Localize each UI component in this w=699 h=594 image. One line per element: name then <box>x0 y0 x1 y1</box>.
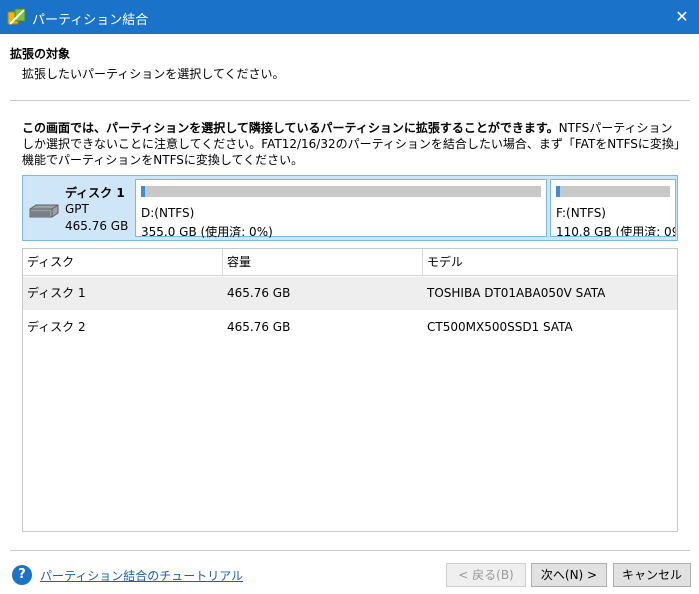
disk-type: GPT <box>65 202 89 216</box>
cell-capacity: 465.76 GB <box>227 320 291 334</box>
disk-size: 465.76 GB <box>65 219 129 233</box>
partition-f[interactable]: F:(NTFS) 110.8 GB (使用済: 09 <box>550 179 676 237</box>
cell-model: TOSHIBA DT01ABA050V SATA <box>427 286 606 300</box>
app-icon <box>7 8 26 25</box>
page-heading: 拡張の対象 <box>10 47 71 61</box>
column-header-model[interactable]: モデル <box>423 249 677 275</box>
next-button[interactable]: 次へ(N) > <box>531 563 607 587</box>
partition-f-usage: 110.8 GB (使用済: 09 <box>556 225 676 237</box>
partition-d[interactable]: D:(NTFS) 355.0 GB (使用済: 0%) <box>135 179 547 239</box>
column-header-capacity[interactable]: 容量 <box>223 249 423 275</box>
partition-d-usage-fill <box>141 186 145 197</box>
partition-f-label: F:(NTFS) <box>556 206 606 220</box>
cell-disk: ディスク 2 <box>27 320 86 334</box>
partition-f-usage-bar <box>556 186 670 197</box>
description-text: この画面では、パーティションを選択して隣接しているパーティションに拡張することが… <box>22 120 682 168</box>
table-header: ディスク 容量 モデル <box>23 249 677 276</box>
partition-d-label: D:(NTFS) <box>141 206 195 220</box>
cell-model: CT500MX500SSD1 SATA <box>427 320 573 334</box>
page-subheading: 拡張したいパーティションを選択してください。 <box>22 67 285 81</box>
back-button[interactable]: < 戻る(B) <box>446 563 526 587</box>
disk-table: ディスク 容量 モデル ディスク 1 465.76 GB TOSHIBA DT0… <box>22 248 678 532</box>
header-divider <box>10 100 690 101</box>
close-button[interactable]: ✕ <box>665 0 699 34</box>
disk-name: ディスク 1 <box>65 186 125 200</box>
partition-d-usage-bar <box>141 186 541 197</box>
cell-disk: ディスク 1 <box>27 286 86 300</box>
table-row[interactable]: ディスク 1 465.76 GB TOSHIBA DT01ABA050V SAT… <box>23 277 677 310</box>
disk-drive-icon <box>29 204 59 218</box>
disk-map-row[interactable]: ディスク 1 GPT 465.76 GB D:(NTFS) 355.0 GB (… <box>22 175 678 241</box>
cancel-button[interactable]: キャンセル <box>613 563 691 587</box>
footer-divider <box>10 550 690 551</box>
close-icon: ✕ <box>675 7 689 26</box>
help-icon[interactable]: ? <box>12 565 32 585</box>
description-bold: この画面では、パーティションを選択して隣接しているパーティションに拡張することが… <box>22 121 559 135</box>
disk-info: ディスク 1 GPT 465.76 GB <box>23 176 133 240</box>
title-bar: パーティション結合 ✕ <box>0 0 699 34</box>
partition-f-usage-fill <box>556 186 560 197</box>
window-title: パーティション結合 <box>32 13 149 28</box>
tutorial-link[interactable]: パーティション結合のチュートリアル <box>40 567 243 584</box>
column-header-disk[interactable]: ディスク <box>23 249 223 275</box>
table-row[interactable]: ディスク 2 465.76 GB CT500MX500SSD1 SATA <box>23 311 677 344</box>
partition-d-usage: 355.0 GB (使用済: 0%) <box>141 225 273 239</box>
cell-capacity: 465.76 GB <box>227 286 291 300</box>
